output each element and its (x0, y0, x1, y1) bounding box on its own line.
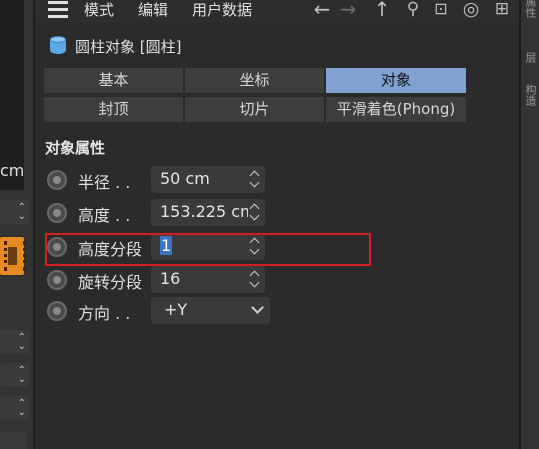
attribute-tabs: 基本 坐标 对象 封顶 切片 平滑着色(Phong) (43, 67, 467, 125)
add-window-icon[interactable]: ⊞ (491, 0, 513, 20)
search-icon[interactable]: ⚲ (402, 0, 424, 20)
tab-basic[interactable]: 基本 (43, 67, 184, 94)
left-viewport-strip: cm ⌃ ⌄ ⌃ ⌄ ⌃ ⌄ ⌃ ⌄ (0, 0, 35, 449)
chevron-updown-icon: ⌃ ⌄ (17, 202, 26, 222)
menu-item-mode[interactable]: 模式 (84, 0, 114, 20)
orientation-select[interactable]: +Y (151, 297, 270, 324)
param-row-height: 高度 . . 153.225 cm (45, 199, 275, 227)
param-label: 半径 . . (78, 173, 131, 192)
param-row-orientation: 方向 . . +Y (45, 297, 275, 325)
radius-input[interactable]: 50 cm (151, 166, 265, 193)
tab-caps[interactable]: 封顶 (43, 96, 184, 123)
param-row-radius: 半径 . . 50 cm (45, 166, 275, 194)
target-icon[interactable]: ◎ (460, 0, 482, 20)
menu-item-userdata[interactable]: 用户数据 (192, 0, 252, 20)
rotation-segments-value: 16 (160, 269, 181, 288)
chevron-updown-icon: ⌃ ⌄ (17, 332, 26, 352)
forward-arrow-icon[interactable]: → (337, 0, 359, 20)
right-tab-layers[interactable]: 层 (524, 52, 538, 63)
chevron-updown-icon: ⌃ ⌄ (17, 365, 26, 385)
animate-radio[interactable] (47, 301, 67, 321)
param-row-rotation-segments: 旋转分段 16 (45, 266, 275, 294)
param-label: 高度分段 (78, 240, 143, 259)
right-tab-strip: 属性 层 构造 (519, 0, 539, 449)
animate-radio[interactable] (47, 270, 67, 290)
orientation-value: +Y (164, 300, 188, 319)
spinner-arrows-icon[interactable] (250, 237, 260, 255)
param-label: 高度 . . (78, 206, 131, 225)
right-tab-attributes[interactable]: 属性 (524, 0, 538, 18)
height-segments-value: 1 (160, 236, 173, 255)
height-value: 153.225 cm (160, 202, 248, 221)
chevron-updown-icon: ⌃ ⌄ (17, 398, 26, 418)
radius-value: 50 cm (160, 169, 210, 188)
section-title: 对象属性 (45, 139, 106, 157)
tab-phong[interactable]: 平滑着色(Phong) (325, 96, 467, 123)
up-arrow-icon[interactable]: ↑ (371, 0, 393, 20)
height-input[interactable]: 153.225 cm (151, 199, 265, 226)
hamburger-menu-icon[interactable] (48, 1, 70, 19)
param-label: 旋转分段 (78, 273, 143, 292)
spinner-arrows-icon[interactable] (250, 203, 260, 221)
spinner-arrows-icon[interactable] (250, 170, 260, 188)
left-spinner[interactable]: ⌃ ⌄ (0, 396, 30, 420)
menu-item-edit[interactable]: 编辑 (138, 0, 168, 20)
param-label: 方向 . . (78, 304, 131, 323)
left-spinner[interactable]: ⌃ ⌄ (0, 363, 30, 387)
object-title: 圆柱对象 [圆柱] (75, 37, 182, 56)
menu-bar: 模式 编辑 用户数据 ← → ↑ ⚲ ⊡ ◎ ⊞ (37, 0, 519, 22)
param-row-height-segments: 高度分段 1 (45, 233, 275, 261)
left-spinner[interactable]: ⌃ ⌄ (0, 200, 30, 224)
back-arrow-icon[interactable]: ← (311, 0, 333, 20)
tab-object[interactable]: 对象 (325, 67, 467, 94)
animate-radio[interactable] (47, 170, 67, 190)
animate-radio[interactable] (47, 237, 67, 257)
spinner-arrows-icon[interactable] (250, 270, 260, 288)
left-spinner[interactable]: ⌃ ⌄ (0, 330, 30, 354)
rotation-segments-input[interactable]: 16 (151, 266, 265, 293)
right-tab-structure[interactable]: 构造 (524, 84, 538, 106)
cylinder-icon (50, 36, 66, 56)
film-icon[interactable] (0, 237, 26, 275)
height-segments-input[interactable]: 1 (151, 233, 265, 260)
left-bottom-button[interactable] (0, 432, 26, 449)
animate-radio[interactable] (47, 203, 67, 223)
lock-icon[interactable]: ⊡ (430, 0, 452, 20)
chevron-down-icon (251, 301, 264, 314)
object-header: 圆柱对象 [圆柱] (50, 34, 181, 58)
tab-coord[interactable]: 坐标 (184, 67, 325, 94)
tab-slice[interactable]: 切片 (184, 96, 325, 123)
unit-label: cm (0, 158, 24, 184)
